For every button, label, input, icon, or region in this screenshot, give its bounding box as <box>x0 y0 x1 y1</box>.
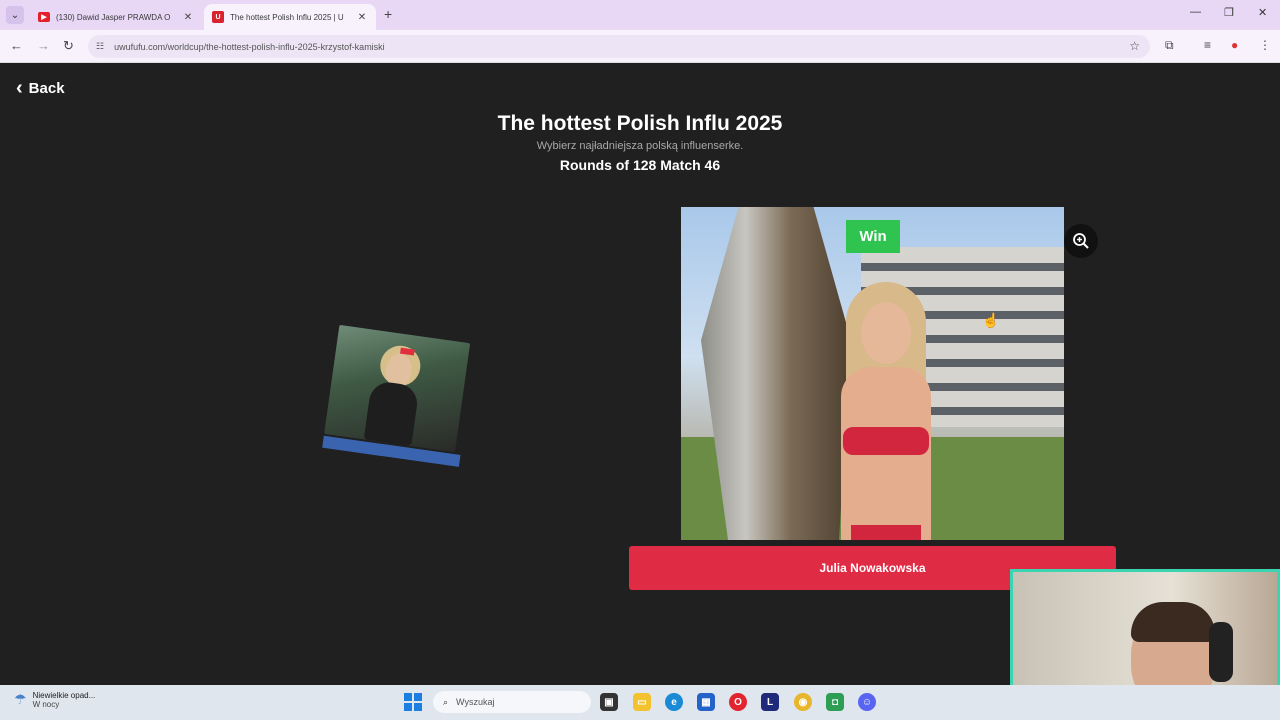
weather-widget[interactable]: ☂ Niewielkie opad... W nocy <box>14 691 95 709</box>
tab-title: (130) Dawid Jasper PRAWDA O <box>56 12 171 22</box>
taskbar-search[interactable]: ⌕ Wyszukaj <box>433 691 591 713</box>
page-subtitle: Wybierz najładniejsza polską influenserk… <box>536 140 744 152</box>
edge-icon[interactable]: e <box>665 693 683 711</box>
forward-arrow-icon[interactable]: → <box>37 38 50 53</box>
address-bar[interactable]: ☷ uwufufu.com/worldcup/the-hottest-polis… <box>88 35 1150 58</box>
tab-title: The hottest Polish Influ 2025 | U <box>230 12 344 22</box>
file-explorer-icon[interactable]: ▣ <box>600 693 618 711</box>
discord-icon[interactable]: ☺ <box>858 693 876 711</box>
round-info: Rounds of 128 Match 46 <box>559 157 721 173</box>
new-tab-icon[interactable]: + <box>384 6 392 22</box>
android-icon[interactable]: ◘ <box>826 693 844 711</box>
chevron-left-icon: ‹ <box>16 77 23 99</box>
browser-toolbar: ← → ↻ ☷ uwufufu.com/worldcup/the-hottest… <box>0 30 1280 63</box>
folder-icon[interactable]: ▭ <box>633 693 651 711</box>
hand-cursor-icon: ☝ <box>982 312 1000 328</box>
opera-icon[interactable]: O <box>729 693 747 711</box>
search-icon: ⌕ <box>443 696 449 707</box>
menu-kebab-icon[interactable]: ⋮ <box>1259 38 1271 52</box>
tab-uwufufu[interactable]: U The hottest Polish Influ 2025 | U ✕ <box>204 4 376 30</box>
back-label: Back <box>28 79 65 97</box>
l-app-icon[interactable]: L <box>761 693 779 711</box>
uwufufu-icon: U <box>212 11 224 23</box>
start-button[interactable] <box>404 693 422 711</box>
losing-card-animation <box>322 324 478 469</box>
reload-icon[interactable]: ↻ <box>63 38 74 54</box>
close-icon[interactable]: ✕ <box>182 12 194 23</box>
media-control-icon[interactable]: ≡ <box>1204 38 1211 52</box>
win-badge: Win <box>846 220 900 253</box>
browser-tab-bar: ⌄ ▶ (130) Dawid Jasper PRAWDA O ✕ U The … <box>0 0 1280 30</box>
search-placeholder: Wyszukaj <box>456 697 495 707</box>
windows-taskbar: ☂ Niewielkie opad... W nocy ⌕ Wyszukaj ▣… <box>0 685 1280 720</box>
site-info-icon[interactable]: ☷ <box>96 41 104 52</box>
weather-condition: Niewielkie opad... <box>32 691 96 700</box>
profile-avatar-icon[interactable]: ● <box>1231 38 1238 52</box>
back-arrow-icon[interactable]: ← <box>10 38 23 53</box>
chrome-icon[interactable]: ◉ <box>794 693 812 711</box>
back-button[interactable]: ‹ Back <box>16 78 65 98</box>
weather-rain-icon: ☂ <box>14 691 27 707</box>
zoom-in-button[interactable] <box>1064 224 1098 258</box>
url-text: uwufufu.com/worldcup/the-hottest-polish-… <box>114 41 385 52</box>
close-icon[interactable]: ✕ <box>356 12 368 23</box>
losing-contestant-image <box>324 324 471 453</box>
minimize-icon[interactable]: — <box>1190 6 1201 18</box>
zoom-in-icon <box>1073 233 1089 249</box>
tab-search-button[interactable]: ⌄ <box>6 6 24 24</box>
youtube-icon: ▶ <box>38 12 50 22</box>
winning-contestant-image[interactable] <box>681 207 1064 540</box>
weather-time: W nocy <box>32 700 60 709</box>
tab-youtube[interactable]: ▶ (130) Dawid Jasper PRAWDA O ✕ <box>30 4 202 30</box>
extensions-icon[interactable]: ⧉ <box>1165 38 1174 53</box>
restore-icon[interactable]: ❐ <box>1224 6 1234 19</box>
window-close-icon[interactable]: ✕ <box>1258 6 1267 19</box>
bookmark-star-icon[interactable]: ☆ <box>1129 39 1140 53</box>
page-title: The hottest Polish Influ 2025 <box>497 112 783 135</box>
store-icon[interactable]: ▦ <box>697 693 715 711</box>
